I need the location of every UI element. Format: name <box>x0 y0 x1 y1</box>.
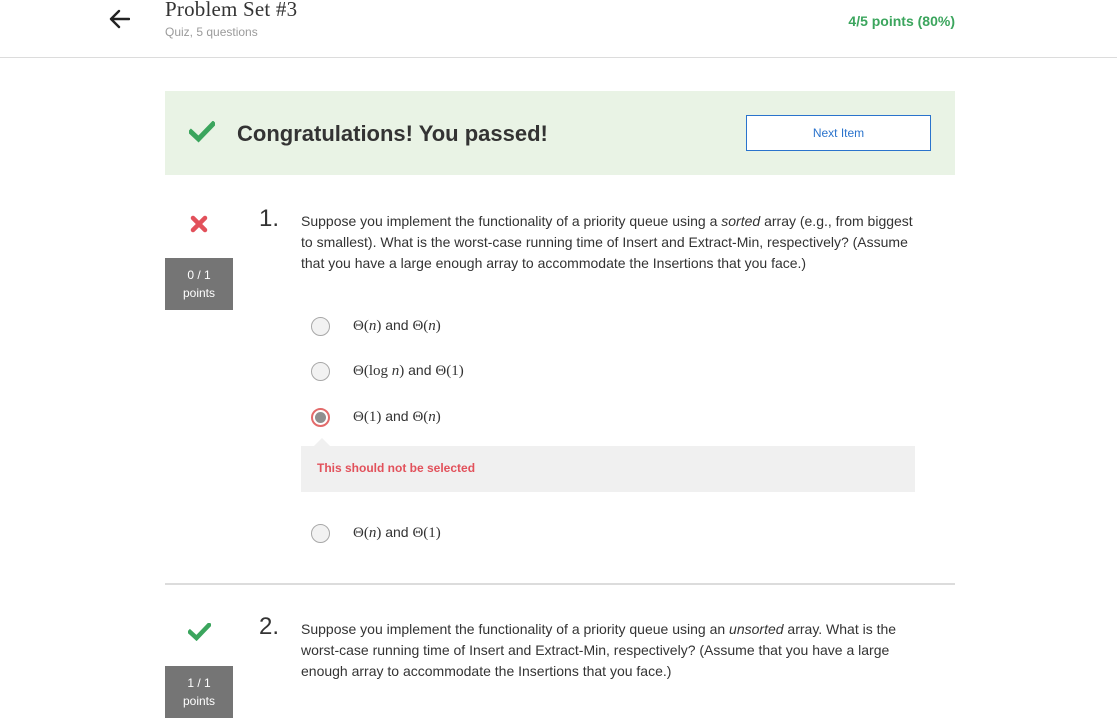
arrow-left-icon <box>109 9 130 29</box>
pass-banner: Congratulations! You passed! Next Item <box>165 91 955 175</box>
answer-option[interactable]: Θ(n) and Θ(n) <box>311 314 441 338</box>
radio-button[interactable] <box>311 361 330 381</box>
question-divider <box>165 583 955 585</box>
answer-option-selected[interactable]: Θ(1) and Θ(n) <box>311 405 441 429</box>
page-title: Problem Set #3 <box>165 0 298 21</box>
feedback-text: This should not be selected <box>317 461 476 475</box>
checkmark-icon <box>188 623 211 641</box>
pass-message: Congratulations! You passed! <box>237 121 548 146</box>
back-button[interactable] <box>106 6 132 32</box>
question-text: Suppose you implement the functionality … <box>301 213 913 271</box>
question-number: 2. <box>259 613 280 640</box>
next-item-button[interactable]: Next Item <box>746 115 931 151</box>
points-score: 0 / 1 <box>187 268 211 282</box>
answer-option[interactable]: Θ(log n) and Θ(1) <box>311 359 464 383</box>
question-number: 1. <box>259 205 280 232</box>
answer-option[interactable]: Θ(n) and Θ(1) <box>311 521 441 545</box>
radio-button-selected[interactable] <box>311 407 330 427</box>
quiz-subtitle: Quiz, 5 questions <box>165 25 258 39</box>
points-label: points <box>182 694 216 708</box>
points-label: points <box>182 286 216 300</box>
option-label: Θ(1) and Θ(n) <box>353 408 441 425</box>
question-text: Suppose you implement the functionality … <box>301 621 897 679</box>
question-points-badge: 0 / 1 points <box>165 258 233 310</box>
checkmark-icon <box>189 121 215 143</box>
answer-feedback: This should not be selected <box>301 438 915 492</box>
points-score: 1 / 1 <box>187 676 211 690</box>
quiz-score: 4/5 points (80%) <box>848 13 955 29</box>
quiz-header: Problem Set #3 Quiz, 5 questions 4/5 poi… <box>0 0 1117 58</box>
radio-button[interactable] <box>311 316 330 336</box>
option-label: Θ(n) and Θ(n) <box>353 317 441 334</box>
option-label: Θ(log n) and Θ(1) <box>353 362 464 379</box>
radio-button[interactable] <box>311 523 330 543</box>
question-points-badge: 1 / 1 points <box>165 666 233 718</box>
option-label: Θ(n) and Θ(1) <box>353 524 441 541</box>
x-mark-icon <box>190 215 208 233</box>
